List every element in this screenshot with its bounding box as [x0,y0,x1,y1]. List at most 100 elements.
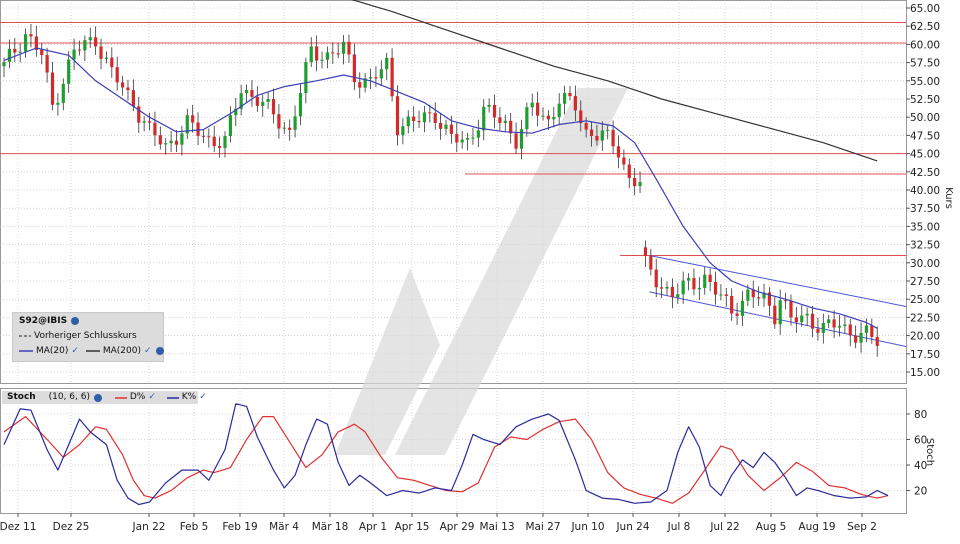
y-tick-label: 40.00 [910,185,940,197]
d-line-icon [114,396,127,399]
candle-body [358,82,362,88]
candle-body [552,117,556,120]
candle-body [859,332,863,343]
price-axis-title: Kurs [943,187,954,209]
candle-body [681,280,685,295]
candle-body [293,116,297,130]
candle-body [800,315,804,323]
candle-body [288,127,292,130]
stoch-legend: Stoch (10, 6, 6) D% ✓ K% ✓ [2,391,207,404]
k-visible-icon[interactable]: ✓ [199,392,207,402]
candle-body [600,130,604,141]
candle-body [18,51,22,53]
x-tick-label: Feb 19 [222,521,257,533]
candle-body [546,115,551,120]
stoch-k-label: K% [181,392,197,402]
candle-body [686,278,691,281]
x-tick-label: Apr 15 [395,521,430,533]
y-tick-label: 37.50 [910,203,940,215]
candle-body [126,87,130,91]
candle-body [428,112,432,114]
candle-body [465,137,470,140]
candle-body [708,274,712,282]
ma-settings-icon[interactable] [155,346,164,355]
x-tick-label: Mai 13 [479,521,514,533]
y-tick-label: 62.50 [910,21,940,33]
candle-body [417,120,421,123]
k-line-icon [166,396,179,399]
y-tick-label: 35.00 [910,221,940,233]
candle-body [88,37,92,41]
candle-body [67,59,71,84]
candle-body [660,287,664,289]
candle-body [180,133,184,145]
prev-close-label: Vorheriger Schlusskurs [34,331,137,341]
candle-body [568,92,572,97]
candle-body [174,140,179,145]
ma20-label: MA(20) [36,346,69,356]
candle-body [40,49,44,56]
candle-body [503,120,507,124]
candle-body [606,129,610,131]
candle-body [385,57,389,70]
candle-body [616,146,621,158]
stoch-params: (10, 6, 6) [48,392,90,402]
symbol-label: S92@IBIS [19,316,68,326]
candle-body [573,96,577,111]
candle-body [870,325,874,337]
x-tick-label: Apr 1 [359,521,387,533]
candle-body [541,115,545,117]
x-tick-label: Jul 8 [667,521,691,533]
candle-body [212,136,216,147]
candle-body [45,55,49,73]
candle-body [379,69,383,79]
stoch-axis-title: Stoch [924,438,935,466]
candle-body [810,313,815,329]
candle-body [320,59,324,61]
candle-body [153,122,157,136]
candle-body [244,89,249,94]
x-tick-label: Jan 22 [132,521,166,533]
ma200-visible-icon[interactable]: ✓ [144,346,152,356]
candle-body [492,104,497,118]
x-tick-label: Jun 24 [615,521,649,533]
y-tick-label: 42.50 [910,167,940,179]
stoch-title: Stoch [7,392,36,402]
candle-body [110,57,114,68]
candle-body [341,41,346,54]
x-tick-label: Mär 18 [312,521,349,533]
candle-body [282,127,286,129]
candle-body [207,136,211,138]
ma20-visible-icon[interactable]: ✓ [71,346,79,356]
candle-body [854,335,858,343]
candle-body [832,319,836,328]
candle-body [223,136,227,148]
candle-body [433,113,437,123]
candle-body [460,139,464,143]
candle-body [589,129,594,136]
candle-body [77,49,82,51]
y-tick-label: 45.00 [910,149,940,161]
candle-body [827,319,831,324]
price-legend: S92@IBIS Vorheriger Schlusskurs MA(20) ✓ … [12,312,164,362]
stoch-info-icon[interactable] [93,393,102,402]
d-visible-icon[interactable]: ✓ [148,392,156,402]
x-tick-label: Jun 10 [570,521,604,533]
y-tick-label: 50.00 [910,112,940,124]
candle-body [158,135,162,145]
candle-body [309,46,313,63]
candle-body [498,117,502,124]
candle-body [201,135,206,137]
x-tick-label: Dez 25 [53,521,90,533]
candle-body [271,99,276,115]
candle-body [821,323,825,333]
candle-body [622,157,626,165]
candle-body [703,274,707,288]
candle-body [449,124,453,134]
candle-body [261,101,265,106]
info-icon[interactable] [71,316,80,325]
candle-body [875,336,879,346]
candle-body [142,121,146,123]
candle-body [654,269,658,288]
candle-body [805,313,809,316]
